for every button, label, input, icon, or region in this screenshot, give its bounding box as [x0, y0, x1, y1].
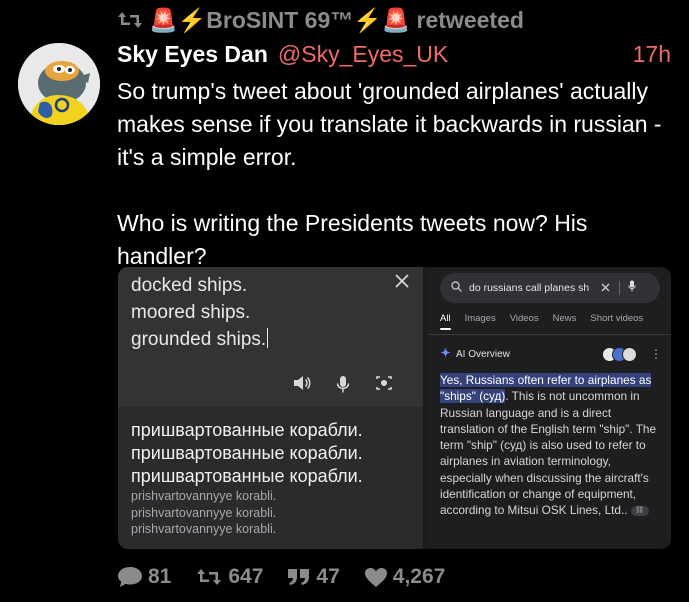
like-button[interactable]: 4,267 [364, 565, 446, 589]
quote-icon [287, 568, 311, 586]
mic-icon [336, 375, 350, 398]
retweet-header: 🚨⚡BroSINT 69™⚡🚨 retweeted [117, 6, 524, 34]
tweet-media[interactable]: docked ships. moored ships. grounded shi… [118, 267, 671, 549]
speaker-icon [293, 375, 311, 398]
retweet-button[interactable]: 647 [195, 565, 263, 589]
ai-overview-text: Yes, Russians often refer to airplanes a… [440, 372, 662, 519]
source-favicons [602, 347, 637, 362]
reply-button[interactable]: 81 [117, 565, 171, 589]
answer-body: . This is not uncommon in Russian langua… [440, 389, 657, 518]
transliteration-line: prishvartovannyye korabli. [131, 505, 277, 520]
tweet-paragraph: So trump's tweet about 'grounded airplan… [117, 78, 662, 170]
search-screenshot: do russians call planes sh All Images Vi… [428, 267, 671, 549]
tweet-body: So trump's tweet about 'grounded airplan… [117, 75, 677, 273]
result-line: пришвартованные корабли. [131, 443, 363, 463]
search-icon [451, 279, 462, 297]
tab-videos: Videos [509, 313, 539, 324]
camera-icon [375, 375, 393, 398]
result-line: пришвартованные корабли. [131, 466, 363, 486]
tweet-paragraph: Who is writing the Presidents tweets now… [117, 210, 588, 269]
ai-overview-header: AI Overview [440, 347, 510, 361]
tweet-time[interactable]: 17h [633, 41, 671, 68]
quote-button[interactable]: 47 [287, 565, 340, 589]
divider [428, 334, 671, 335]
reply-icon [117, 566, 143, 588]
search-tabs: All Images Videos News Short videos [440, 313, 644, 330]
tab-news: News [552, 313, 577, 324]
tab-images: Images [464, 313, 496, 324]
retweet-count: 647 [228, 565, 264, 588]
tab-all: All [440, 313, 451, 330]
author-name[interactable]: Sky Eyes Dan [117, 41, 268, 68]
search-query: do russians call planes sh [469, 282, 590, 294]
source-line: moored ships. [131, 302, 251, 323]
tweet-header: Sky Eyes Dan @Sky_Eyes_UK 17h [117, 38, 671, 70]
sparkle-icon [440, 347, 451, 361]
transliteration-line: prishvartovannyye korabli. [131, 522, 277, 536]
author-handle[interactable]: @Sky_Eyes_UK [278, 41, 448, 68]
source-line: docked ships. [131, 275, 248, 296]
avatar[interactable] [18, 43, 100, 125]
clear-icon [601, 279, 610, 297]
mic-icon [628, 279, 636, 297]
tweet-actions: 81 647 47 4,267 [117, 565, 445, 589]
source-line: grounded ships. [131, 328, 269, 350]
divider [619, 281, 620, 295]
tab-short-videos: Short videos [590, 313, 644, 324]
retweet-icon [195, 567, 223, 587]
result-line: пришвартованные корабли. [131, 420, 363, 440]
ai-overview-label: AI Overview [456, 348, 510, 360]
heart-icon [364, 567, 388, 588]
translate-source: docked ships. moored ships. grounded shi… [118, 267, 423, 407]
retweet-label: retweeted [416, 6, 524, 33]
close-icon [395, 274, 409, 293]
translate-result: пришвартованные корабли. пришвартованные… [118, 408, 423, 549]
reply-count: 81 [148, 565, 172, 588]
more-options-icon: ⋮ [650, 347, 662, 361]
quote-count: 47 [316, 565, 340, 588]
text-caret [267, 328, 269, 348]
transliteration-line: prishvartovannyye korabli. [131, 489, 277, 503]
search-box: do russians call planes sh [440, 273, 660, 303]
translate-screenshot: docked ships. moored ships. grounded shi… [118, 267, 423, 549]
retweet-icon [117, 10, 143, 30]
retweeter-name[interactable]: 🚨⚡BroSINT 69™⚡🚨 [149, 7, 411, 34]
like-count: 4,267 [392, 565, 446, 588]
translate-tools [293, 375, 393, 398]
link-icon: ⛓ [630, 506, 649, 517]
